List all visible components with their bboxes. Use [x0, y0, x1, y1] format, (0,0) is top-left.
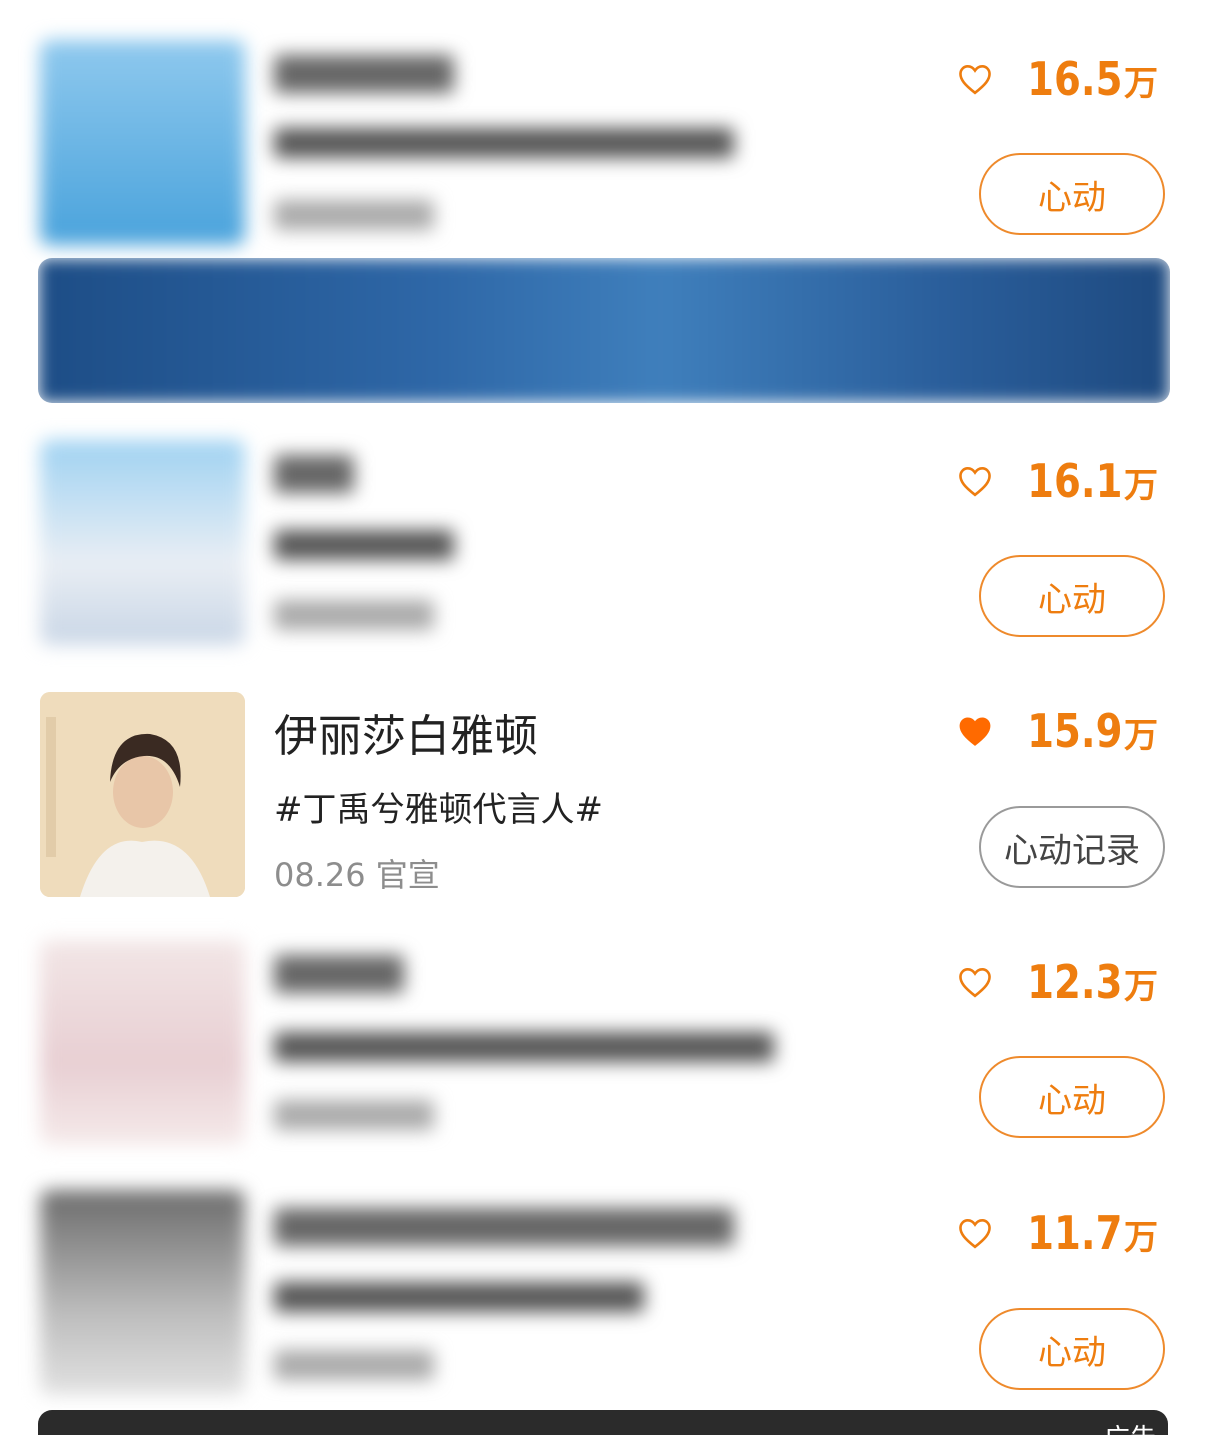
item-tag-blurred: [274, 530, 454, 560]
like-number: 11.7: [1026, 1206, 1122, 1260]
like-count: 12.3 万: [957, 955, 1158, 1009]
heart-outline-icon[interactable]: [957, 1217, 993, 1249]
like-unit: 万: [1124, 64, 1158, 104]
item-title-blurred: [274, 55, 454, 93]
like-number: 16.5: [1026, 52, 1122, 106]
item-thumbnail[interactable]: [40, 692, 245, 897]
like-unit: 万: [1124, 716, 1158, 756]
item-title-blurred: [274, 1208, 734, 1246]
item-meta-blurred: [274, 600, 434, 630]
like-unit: 万: [1124, 967, 1158, 1007]
item-meta-blurred: [274, 1100, 434, 1130]
item-thumbnail[interactable]: [40, 940, 245, 1145]
item-title: 伊丽莎白雅顿: [274, 711, 538, 762]
portrait-image: [40, 692, 245, 897]
like-number: 12.3: [1026, 955, 1122, 1009]
like-number: 16.1: [1026, 454, 1122, 508]
heart-button[interactable]: 心动: [979, 1056, 1165, 1138]
item-thumbnail[interactable]: [40, 440, 245, 645]
like-unit: 万: [1124, 1218, 1158, 1258]
like-count: 11.7 万: [957, 1206, 1158, 1260]
like-unit: 万: [1124, 466, 1158, 506]
item-title-blurred: [274, 955, 404, 993]
heart-button[interactable]: 心动: [979, 1308, 1165, 1390]
ad-label: 广告: [1104, 1418, 1156, 1435]
promo-banner[interactable]: [38, 258, 1170, 403]
item-tag-blurred: [274, 1282, 644, 1312]
item-meta-blurred: [274, 1350, 434, 1380]
item-hashtag[interactable]: #丁禹兮雅顿代言人#: [274, 782, 603, 831]
heart-filled-icon[interactable]: [957, 715, 993, 747]
like-count: 16.5 万: [957, 52, 1158, 106]
like-number: 15.9: [1026, 704, 1122, 758]
like-count: 15.9 万: [957, 704, 1158, 758]
item-thumbnail[interactable]: [40, 40, 245, 245]
heart-outline-icon[interactable]: [957, 63, 993, 95]
heart-button[interactable]: 心动: [979, 555, 1165, 637]
heart-button[interactable]: 心动: [979, 153, 1165, 235]
item-tag-blurred: [274, 128, 734, 158]
item-thumbnail[interactable]: [40, 1190, 245, 1395]
heart-record-button[interactable]: 心动记录: [979, 806, 1165, 888]
item-tag-blurred: [274, 1032, 774, 1062]
item-meta-blurred: [274, 200, 434, 230]
heart-outline-icon[interactable]: [957, 465, 993, 497]
item-meta: 08.26 官宣: [274, 856, 440, 894]
heart-outline-icon[interactable]: [957, 966, 993, 998]
ad-banner[interactable]: 广告: [38, 1410, 1168, 1435]
item-title-blurred: [274, 455, 354, 493]
like-count: 16.1 万: [957, 454, 1158, 508]
